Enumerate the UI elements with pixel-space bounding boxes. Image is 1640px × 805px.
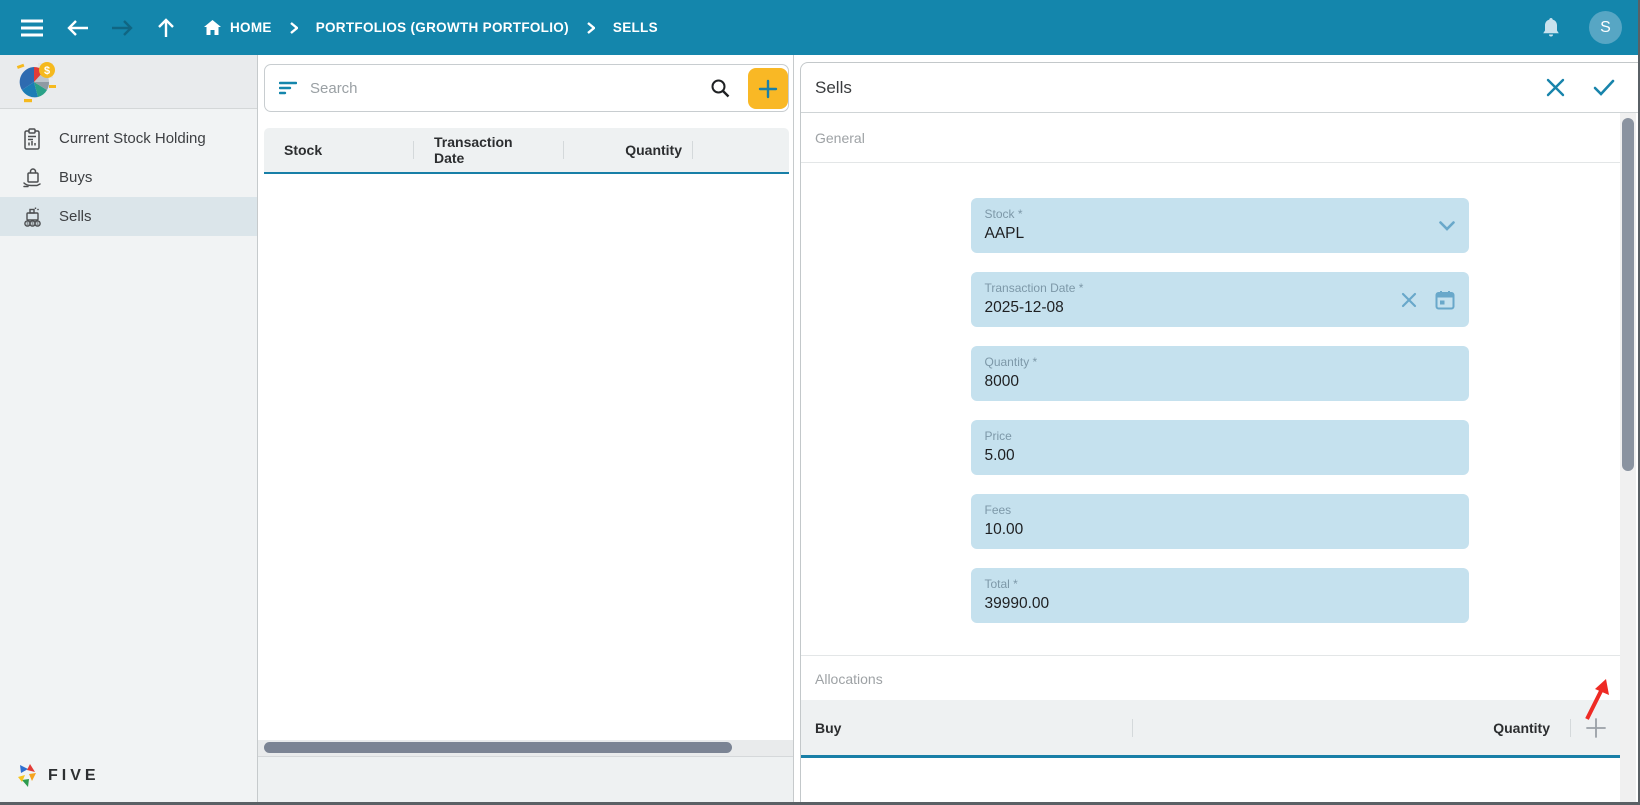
total-field[interactable]: Total * 39990.00 [970, 568, 1469, 623]
table-header-underline [264, 172, 789, 174]
transaction-date-field-label: Transaction Date * [984, 281, 1084, 295]
chevron-down-icon[interactable] [1438, 220, 1455, 231]
sidebar-item-buys[interactable]: Buys [0, 158, 257, 197]
sells-form-card: Sells General Stock * AAPL Transaction D… [800, 62, 1638, 802]
fees-field-label: Fees [984, 503, 1012, 517]
list-table-header: Stock Transaction Date Quantity [264, 128, 789, 172]
fees-field-value: 10.00 [984, 521, 1024, 538]
search-bar [264, 64, 789, 112]
forward-arrow-icon [106, 12, 138, 44]
pie-chart-logo-icon: $ [16, 61, 56, 102]
add-record-button[interactable] [748, 68, 788, 109]
chevron-right-icon [289, 21, 298, 34]
home-icon [204, 20, 221, 35]
quantity-field[interactable]: Quantity * 8000 [970, 346, 1469, 401]
search-input[interactable] [310, 79, 710, 97]
avatar[interactable]: S [1589, 11, 1622, 44]
list-footer [258, 756, 793, 802]
allocations-column-quantity[interactable]: Quantity [1133, 720, 1570, 736]
price-field[interactable]: Price 5.00 [970, 420, 1469, 475]
breadcrumb-sells-label: SELLS [612, 20, 658, 35]
detail-header: Sells [801, 63, 1638, 113]
sidebar-item-sells[interactable]: $ $ $ Sells [0, 197, 257, 236]
allocations-header-underline [801, 755, 1620, 758]
stock-field[interactable]: Stock * AAPL [970, 198, 1469, 253]
avatar-initial: S [1600, 18, 1611, 36]
transaction-date-field[interactable]: Transaction Date * 2025-12-08 [970, 272, 1469, 327]
horizontal-scrollbar-thumb[interactable] [264, 742, 732, 753]
svg-text:$: $ [44, 65, 50, 77]
allocations-column-buy[interactable]: Buy [801, 720, 1132, 736]
sidebar: $ Current Stock Holding Buys $ $ $ Sells… [0, 55, 258, 802]
general-section-label: General [801, 113, 1620, 163]
price-field-label: Price [984, 429, 1012, 443]
plus-icon [758, 79, 778, 98]
sidebar-item-label: Buys [59, 169, 93, 186]
section-divider [801, 655, 1620, 656]
five-brand-logo: FIVE [16, 763, 100, 789]
column-divider [692, 141, 693, 159]
hand-bag-icon [23, 167, 41, 187]
five-pinwheel-icon [18, 764, 36, 787]
breadcrumb-sells[interactable]: SELLS [613, 20, 658, 35]
calendar-icon[interactable] [1435, 290, 1455, 310]
breadcrumb-home-label: HOME [230, 20, 272, 35]
add-allocation-button[interactable] [1571, 716, 1620, 740]
plus-icon [1585, 717, 1606, 738]
vertical-scrollbar-thumb[interactable] [1622, 118, 1634, 471]
save-check-icon[interactable] [1592, 77, 1616, 98]
total-field-label: Total * [984, 577, 1018, 591]
up-arrow-icon[interactable] [150, 12, 182, 44]
back-arrow-icon[interactable] [62, 12, 94, 44]
filter-icon[interactable] [279, 81, 297, 95]
breadcrumb: HOME PORTFOLIOS (GROWTH PORTFOLIO) SELLS [204, 20, 658, 35]
quantity-field-label: Quantity * [984, 355, 1038, 369]
fees-field[interactable]: Fees 10.00 [970, 494, 1469, 549]
top-bar: HOME PORTFOLIOS (GROWTH PORTFOLIO) SELLS… [0, 0, 1638, 55]
column-header-transaction-date[interactable]: Transaction Date [414, 134, 563, 166]
detail-panel-area: Sells General Stock * AAPL Transaction D… [794, 55, 1638, 802]
detail-title: Sells [815, 77, 852, 97]
transaction-date-field-value: 2025-12-08 [984, 299, 1064, 316]
sidebar-item-label: Sells [59, 208, 92, 225]
sidebar-item-label: Current Stock Holding [59, 130, 206, 147]
stock-field-label: Stock * [984, 207, 1023, 221]
search-icon[interactable] [710, 78, 730, 98]
sidebar-item-current-stock-holding[interactable]: Current Stock Holding [0, 119, 257, 158]
register-coins-icon: $ $ $ [24, 207, 41, 227]
breadcrumb-home[interactable]: HOME [204, 20, 272, 35]
app-logo: $ [0, 55, 257, 109]
app-window: HOME PORTFOLIOS (GROWTH PORTFOLIO) SELLS… [0, 0, 1640, 805]
horizontal-scrollbar[interactable] [258, 740, 793, 756]
stock-field-value: AAPL [984, 225, 1025, 242]
hamburger-menu-icon[interactable] [16, 12, 48, 44]
allocations-section-label: Allocations [815, 671, 883, 687]
records-list-panel: Stock Transaction Date Quantity [258, 55, 794, 802]
close-icon[interactable] [1545, 77, 1566, 98]
form-fields: Stock * AAPL Transaction Date * 2025-12-… [970, 198, 1469, 623]
breadcrumb-portfolios-label: PORTFOLIOS (GROWTH PORTFOLIO) [315, 20, 569, 35]
price-field-value: 5.00 [984, 447, 1015, 464]
column-header-quantity[interactable]: Quantity [564, 142, 692, 158]
chevron-right-icon [587, 21, 595, 34]
notification-bell-icon[interactable] [1535, 12, 1567, 44]
vertical-scrollbar[interactable] [1620, 113, 1636, 802]
clipboard-report-icon [24, 127, 40, 150]
quantity-field-value: 8000 [984, 373, 1019, 390]
five-brand-text: FIVE [48, 767, 100, 784]
total-field-value: 39990.00 [984, 595, 1050, 612]
column-header-stock[interactable]: Stock [264, 142, 413, 158]
breadcrumb-portfolios[interactable]: PORTFOLIOS (GROWTH PORTFOLIO) [316, 20, 569, 35]
sidebar-menu: Current Stock Holding Buys $ $ $ Sells [0, 109, 257, 236]
clear-date-icon[interactable] [1401, 292, 1417, 308]
allocations-table-header: Buy Quantity [801, 700, 1620, 755]
